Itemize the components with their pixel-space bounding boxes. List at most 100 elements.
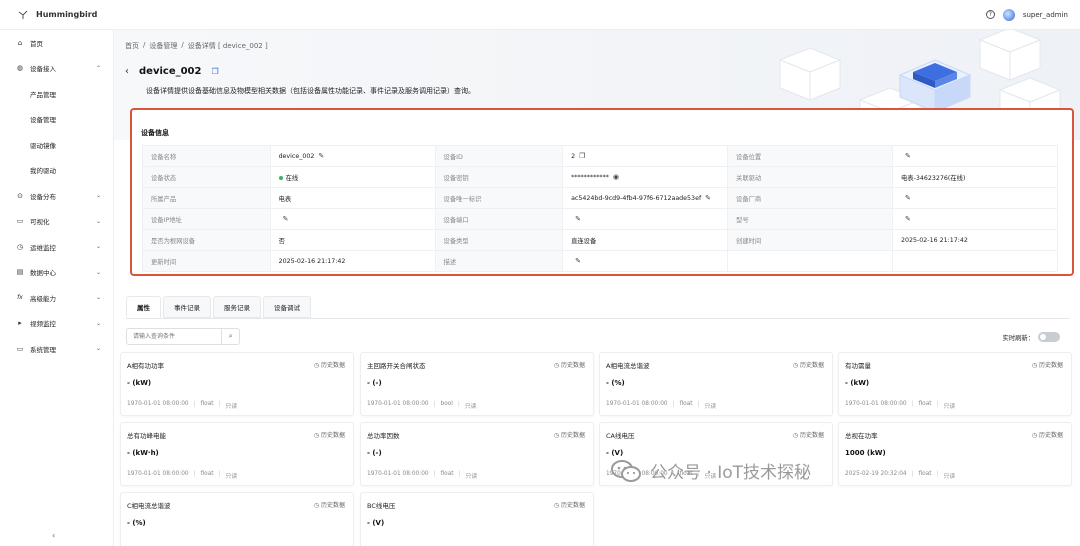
sidebar-item-data-center[interactable]: ▤ 数据中心 ⌄ bbox=[0, 260, 113, 286]
help-icon[interactable]: ? bbox=[985, 10, 995, 19]
avatar[interactable] bbox=[1002, 8, 1015, 21]
sidebar-item-device-access[interactable]: ◍ 设备接入 ⌃ bbox=[0, 56, 113, 82]
edit-icon[interactable]: ✎ bbox=[905, 215, 911, 223]
edit-icon[interactable]: ✎ bbox=[905, 152, 911, 160]
history-data-link[interactable]: ◷ 历史数据 bbox=[554, 430, 585, 439]
copy-icon[interactable]: ❐ bbox=[579, 152, 585, 160]
card-time: 2025-02-19 20:32:04 bbox=[845, 471, 907, 477]
card-type: float bbox=[200, 401, 214, 407]
property-card[interactable]: C相电流总谐波 ◷ 历史数据 - (%) bbox=[120, 492, 354, 546]
copy-icon[interactable]: ❐ bbox=[211, 67, 218, 76]
breadcrumb-device-management[interactable]: 设备管理 bbox=[149, 41, 177, 51]
edit-icon[interactable]: ✎ bbox=[575, 257, 581, 265]
history-data-link[interactable]: ◷ 历史数据 bbox=[554, 360, 585, 369]
card-meta: 1970-01-01 08:00:00|float|只读 bbox=[127, 471, 238, 480]
card-meta: 1970-01-01 08:00:00|float|只读 bbox=[845, 401, 956, 410]
card-name: 有功需量 bbox=[845, 362, 871, 370]
edit-icon[interactable]: ✎ bbox=[283, 215, 289, 223]
breadcrumb-home[interactable]: 首页 bbox=[125, 41, 139, 51]
location-icon: ⊙ bbox=[17, 191, 23, 200]
property-card[interactable]: 总视在功率 ◷ 历史数据 1000 (kW) 2025-02-19 20:32:04 |… bbox=[838, 422, 1072, 486]
history-data-link[interactable]: ◷ 历史数据 bbox=[793, 360, 824, 369]
card-name: C相电流总谐波 bbox=[127, 502, 171, 510]
sidebar-item-device-distribution[interactable]: ⊙ 设备分布 ⌄ bbox=[0, 183, 113, 209]
app-logo[interactable]: Hummingbird bbox=[0, 10, 97, 20]
property-card[interactable]: A相有功功率 ◷ 历史数据 - (kW) 1970-01-01 08:00:00 | fl… bbox=[120, 352, 354, 416]
table-row: 设备IP地址 ✎ 设备端口 ✎ 型号 ✎ bbox=[142, 208, 1059, 230]
card-access: 只读 bbox=[943, 404, 956, 410]
sidebar-item-advanced[interactable]: fx 高级能力 ⌄ bbox=[0, 285, 113, 311]
property-card[interactable]: BC线电压 ◷ 历史数据 - (V) bbox=[360, 492, 594, 546]
sidebar-item-system-management[interactable]: ▭ 系统管理 ⌄ bbox=[0, 336, 113, 362]
card-value: - (kW·h) bbox=[127, 449, 159, 457]
property-card[interactable]: 总有功峰电能 ◷ 历史数据 - (kW·h) 1970-01-01 08:00:00 |… bbox=[120, 422, 354, 486]
card-value: - (%) bbox=[606, 379, 625, 387]
card-name: 总功率因数 bbox=[367, 432, 400, 440]
page-description: 设备详情提供设备基础信息及物模型相关数据（包括设备属性功能记录、事件记录及服务调… bbox=[146, 87, 475, 95]
history-icon: ◷ bbox=[553, 502, 560, 509]
property-card[interactable]: 有功需量 ◷ 历史数据 - (kW) 1970-01-01 08:00:00 | floa… bbox=[838, 352, 1072, 416]
edit-icon[interactable]: ✎ bbox=[705, 194, 711, 202]
card-value: - (kW) bbox=[845, 379, 870, 387]
sidebar-item-device-management[interactable]: 设备管理 bbox=[0, 107, 113, 133]
history-data-link[interactable]: ◷ 历史数据 bbox=[793, 430, 824, 439]
page-title: device_002 bbox=[139, 66, 202, 77]
card-access: 只读 bbox=[464, 404, 477, 410]
sidebar-item-visualization[interactable]: ▭ 可视化 ⌄ bbox=[0, 209, 113, 235]
detail-tabs: 属性 事件记录 服务记录 设备调试 bbox=[126, 296, 313, 318]
property-card[interactable]: 总功率因数 ◷ 历史数据 - (-) 1970-01-01 08:00:00 | floa… bbox=[360, 422, 594, 486]
edit-icon[interactable]: ✎ bbox=[575, 215, 581, 223]
home-icon: ⌂ bbox=[17, 38, 23, 47]
card-type: float bbox=[679, 401, 693, 407]
sidebar-item-product-management[interactable]: 产品管理 bbox=[0, 81, 113, 107]
edit-icon[interactable]: ✎ bbox=[318, 152, 324, 160]
hummingbird-logo-icon bbox=[18, 10, 28, 19]
fx-icon: fx bbox=[17, 293, 23, 301]
history-icon: ◷ bbox=[553, 362, 560, 369]
data-icon: ▤ bbox=[16, 268, 24, 277]
chevron-down-icon: ⌄ bbox=[95, 319, 101, 327]
collapse-sidebar-icon[interactable]: ‹ bbox=[52, 531, 55, 540]
eye-icon[interactable]: ◉ bbox=[613, 173, 619, 181]
history-icon: ◷ bbox=[553, 432, 560, 439]
device-info-table: 设备名称 device_002 ✎ 设备ID 2 ❐ 设备位置 ✎ 设备状态 在线 … bbox=[142, 145, 1059, 272]
chevron-down-icon: ⌄ bbox=[95, 192, 101, 200]
refresh-label: 实时刷新： bbox=[1002, 334, 1034, 342]
search-icon[interactable]: ⌕ bbox=[221, 329, 239, 344]
product-link[interactable]: 电表 bbox=[269, 187, 436, 209]
card-time: 1970-01-01 08:00:00 bbox=[367, 471, 429, 477]
tab-service-records[interactable]: 服务记录 bbox=[213, 296, 261, 318]
card-name: 总视在功率 bbox=[845, 432, 878, 440]
back-icon[interactable]: ‹ bbox=[125, 66, 129, 77]
history-data-link[interactable]: ◷ 历史数据 bbox=[1032, 360, 1063, 369]
online-status-dot bbox=[278, 175, 283, 180]
sidebar-item-video-monitor[interactable]: ▸ 视频监控 ⌄ bbox=[0, 311, 113, 337]
camera-icon: ▸ bbox=[18, 319, 22, 328]
card-type: float bbox=[200, 471, 214, 477]
history-icon: ◷ bbox=[313, 432, 320, 439]
search-input[interactable] bbox=[127, 329, 222, 344]
card-value: - (-) bbox=[367, 449, 382, 457]
property-card[interactable]: 主回路开关合闸状态 ◷ 历史数据 - (-) 1970-01-01 08:00:00 |… bbox=[360, 352, 594, 416]
history-data-link[interactable]: ◷ 历史数据 bbox=[1032, 430, 1063, 439]
sidebar-item-ops-monitor[interactable]: ◷ 运维监控 ⌄ bbox=[0, 234, 113, 260]
tab-event-records[interactable]: 事件记录 bbox=[163, 296, 211, 318]
history-data-link[interactable]: ◷ 历史数据 bbox=[314, 430, 345, 439]
username[interactable]: super_admin bbox=[1023, 11, 1068, 19]
history-data-link[interactable]: ◷ 历史数据 bbox=[314, 500, 345, 509]
wechat-watermark: 公众号 · IoT技术探秘 bbox=[610, 458, 811, 483]
tab-properties[interactable]: 属性 bbox=[126, 296, 161, 318]
sidebar-item-my-drivers[interactable]: 我的驱动 bbox=[0, 158, 113, 184]
history-icon: ◷ bbox=[1031, 432, 1038, 439]
sidebar-item-driver-image[interactable]: 驱动镜像 bbox=[0, 132, 113, 158]
sidebar-item-home[interactable]: ⌂ 首页 bbox=[0, 30, 113, 56]
tab-device-debug[interactable]: 设备调试 bbox=[263, 296, 311, 318]
refresh-toggle[interactable] bbox=[1038, 332, 1060, 342]
history-data-link[interactable]: ◷ 历史数据 bbox=[314, 360, 345, 369]
card-name: CA线电压 bbox=[606, 432, 635, 440]
history-data-link[interactable]: ◷ 历史数据 bbox=[554, 500, 585, 509]
edit-icon[interactable]: ✎ bbox=[905, 194, 911, 202]
globe-icon: ◍ bbox=[16, 64, 24, 73]
table-row: 所属产品 电表 设备唯一标识 ac5424bd-9cd9-4fb4-97f6-6… bbox=[142, 187, 1059, 209]
property-card[interactable]: A相电流总谐波 ◷ 历史数据 - (%) 1970-01-01 08:00:00 | fl… bbox=[599, 352, 833, 416]
